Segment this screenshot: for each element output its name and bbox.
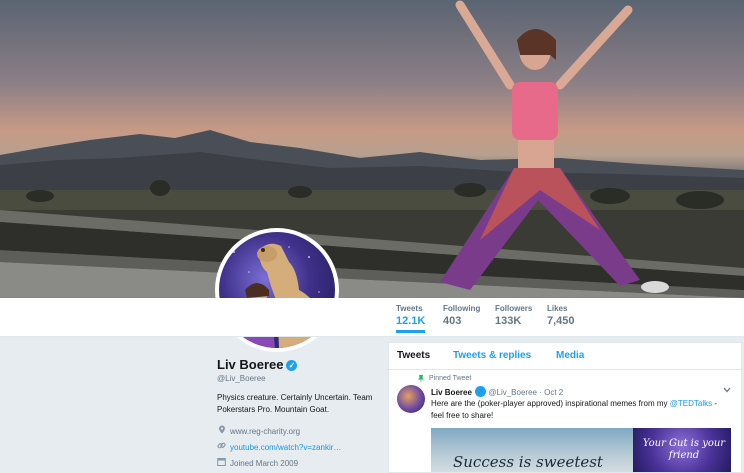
profile-name-text: Liv Boeree <box>217 357 284 372</box>
chevron-down-icon[interactable] <box>723 385 731 395</box>
stat-following-value: 403 <box>443 315 462 327</box>
stat-following[interactable]: Following 403 <box>443 304 480 327</box>
stat-likes[interactable]: Likes 7,450 <box>547 304 575 327</box>
tweet-image-right[interactable]: Your Gut is your friend <box>633 428 731 472</box>
link-icon <box>217 441 226 452</box>
stat-following-label: Following <box>443 304 481 313</box>
tab-tweets[interactable]: Tweets <box>397 350 430 361</box>
pinned-tweet-label: Pinned Tweet <box>429 375 472 382</box>
tweet-author-avatar[interactable] <box>397 385 425 413</box>
tweet-author-handle[interactable]: @Liv_Boeree <box>488 388 537 397</box>
location-pin-icon <box>217 425 226 436</box>
tweet-media[interactable]: Success is sweetest Your Gut is your fri… <box>431 428 731 472</box>
stat-followers-label: Followers <box>495 304 533 313</box>
tweet-separator: · <box>539 388 542 397</box>
profile-link: youtube.com/watch?v=zankir… <box>217 441 341 452</box>
profile-bio: Physics creature. Certainly Uncertain. T… <box>217 393 373 414</box>
stat-tweets[interactable]: Tweets 12.1K <box>396 304 426 333</box>
tweet-image-left[interactable]: Success is sweetest <box>431 428 633 472</box>
tweet-text-part-1: Here are the (poker-player approved) ins… <box>431 399 670 408</box>
tweet-image-right-caption: Your Gut is your friend <box>642 438 726 461</box>
tweet-verified-badge-icon: ✓ <box>475 386 487 397</box>
pin-icon <box>418 375 424 383</box>
tab-media[interactable]: Media <box>556 350 584 361</box>
timeline: Tweets Tweets & replies Media Pinned Twe… <box>388 342 742 473</box>
profile-nav: Tweets 12.1K Following 403 Followers 133… <box>0 298 744 337</box>
timeline-tabs: Tweets Tweets & replies Media <box>389 343 741 370</box>
tweet-header: Liv Boeree ✓ @Liv_Boeree · Oct 2 <box>431 386 563 397</box>
profile-joined: Joined March 2009 <box>217 457 298 468</box>
tweet-text: Here are the (poker-player approved) ins… <box>431 398 731 422</box>
tweet-date[interactable]: Oct 2 <box>544 388 563 397</box>
stat-tweets-label: Tweets <box>396 304 423 313</box>
profile-header-image[interactable] <box>0 0 744 298</box>
profile-name[interactable]: Liv Boeree ✓ <box>217 357 298 372</box>
profile-joined-text: Joined March 2009 <box>230 459 299 468</box>
calendar-icon <box>217 457 226 468</box>
profile-handle[interactable]: @Liv_Boeree <box>217 374 266 383</box>
profile-website: www.reg-charity.org <box>217 425 300 436</box>
profile-website-text: www.reg-charity.org <box>230 427 301 436</box>
profile-link-url[interactable]: youtube.com/watch?v=zankir… <box>230 443 341 452</box>
tweet-image-left-caption: Success is sweetest <box>453 453 603 471</box>
tweet-mention[interactable]: @TEDTalks <box>670 399 712 408</box>
stat-tweets-value: 12.1K <box>396 315 426 327</box>
stat-likes-value: 7,450 <box>547 315 575 327</box>
stat-followers-value: 133K <box>495 315 522 327</box>
stat-likes-label: Likes <box>547 304 568 313</box>
tab-tweets-replies[interactable]: Tweets & replies <box>453 350 531 361</box>
header-photo <box>0 0 744 298</box>
tweet-author-name[interactable]: Liv Boeree <box>431 388 472 397</box>
stat-followers[interactable]: Followers 133K <box>495 304 532 327</box>
verified-badge-icon: ✓ <box>286 360 298 371</box>
